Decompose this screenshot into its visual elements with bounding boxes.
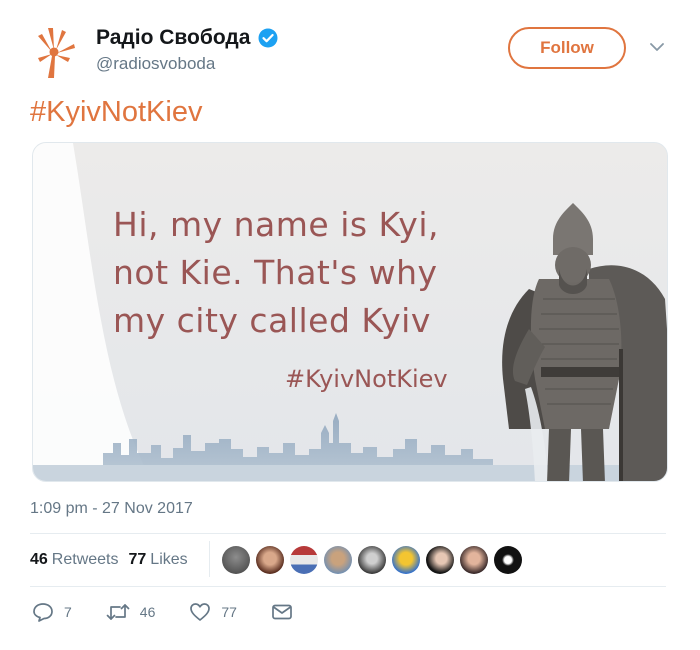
reply-count: 7 [64,604,72,620]
account-name-row: Радіо Свобода [96,26,278,50]
avatar[interactable] [222,546,250,574]
avatar[interactable] [290,546,318,574]
image-caption-line-1: Hi, my name is Kyi, [113,205,439,244]
avatar[interactable] [460,546,488,574]
likes-label: Likes [150,551,188,568]
tweet-hashtag-link[interactable]: #KyivNotKiev [30,96,202,129]
retweets-count: 46 [30,551,48,568]
tweet-media-image[interactable]: Hi, my name is Kyi, not Kie. That's why … [32,142,668,482]
verified-badge-icon [258,28,278,48]
tweet-stats: 46 Retweets 77 Likes [30,551,188,569]
reply-button[interactable]: 7 [32,602,72,622]
avatar[interactable] [392,546,420,574]
avatar[interactable] [494,546,522,574]
statue-illustration [502,203,667,481]
retweet-count: 46 [139,604,156,620]
avatar[interactable] [256,546,284,574]
retweet-button[interactable]: 46 [106,603,156,621]
divider [30,586,666,587]
account-handle[interactable]: @radiosvoboda [96,54,215,74]
retweet-icon [106,604,130,620]
like-button[interactable]: 77 [189,602,237,622]
avatar[interactable] [324,546,352,574]
image-caption-line-3: my city called Kyiv [113,301,431,340]
image-caption-line-2: not Kie. That's why [113,253,438,292]
follow-button[interactable]: Follow [508,27,626,69]
display-name[interactable]: Радіо Свобода [96,26,250,50]
retweets-stat[interactable]: 46 Retweets [30,551,119,569]
avatar[interactable] [358,546,386,574]
direct-message-button[interactable] [271,603,293,621]
tweet-timestamp[interactable]: 1:09 pm - 27 Nov 2017 [30,500,193,518]
avatar[interactable] [426,546,454,574]
likes-count: 77 [128,551,147,568]
retweets-label: Retweets [51,551,119,568]
like-count: 77 [221,604,237,620]
reply-icon [33,603,53,622]
radio-svoboda-logo-icon[interactable] [30,22,80,82]
tweet-actions: 7 46 77 [32,602,327,622]
stats-separator [209,541,210,577]
heart-icon [190,603,211,621]
liker-avatars [222,546,522,574]
chevron-down-icon[interactable] [650,42,664,52]
likes-stat[interactable]: 77 Likes [129,551,188,569]
divider [30,533,666,534]
envelope-icon [272,604,292,620]
image-hashtag: #KyivNotKiev [285,365,448,393]
tweet-header: Радіо Свобода @radiosvoboda Follow [30,18,670,88]
